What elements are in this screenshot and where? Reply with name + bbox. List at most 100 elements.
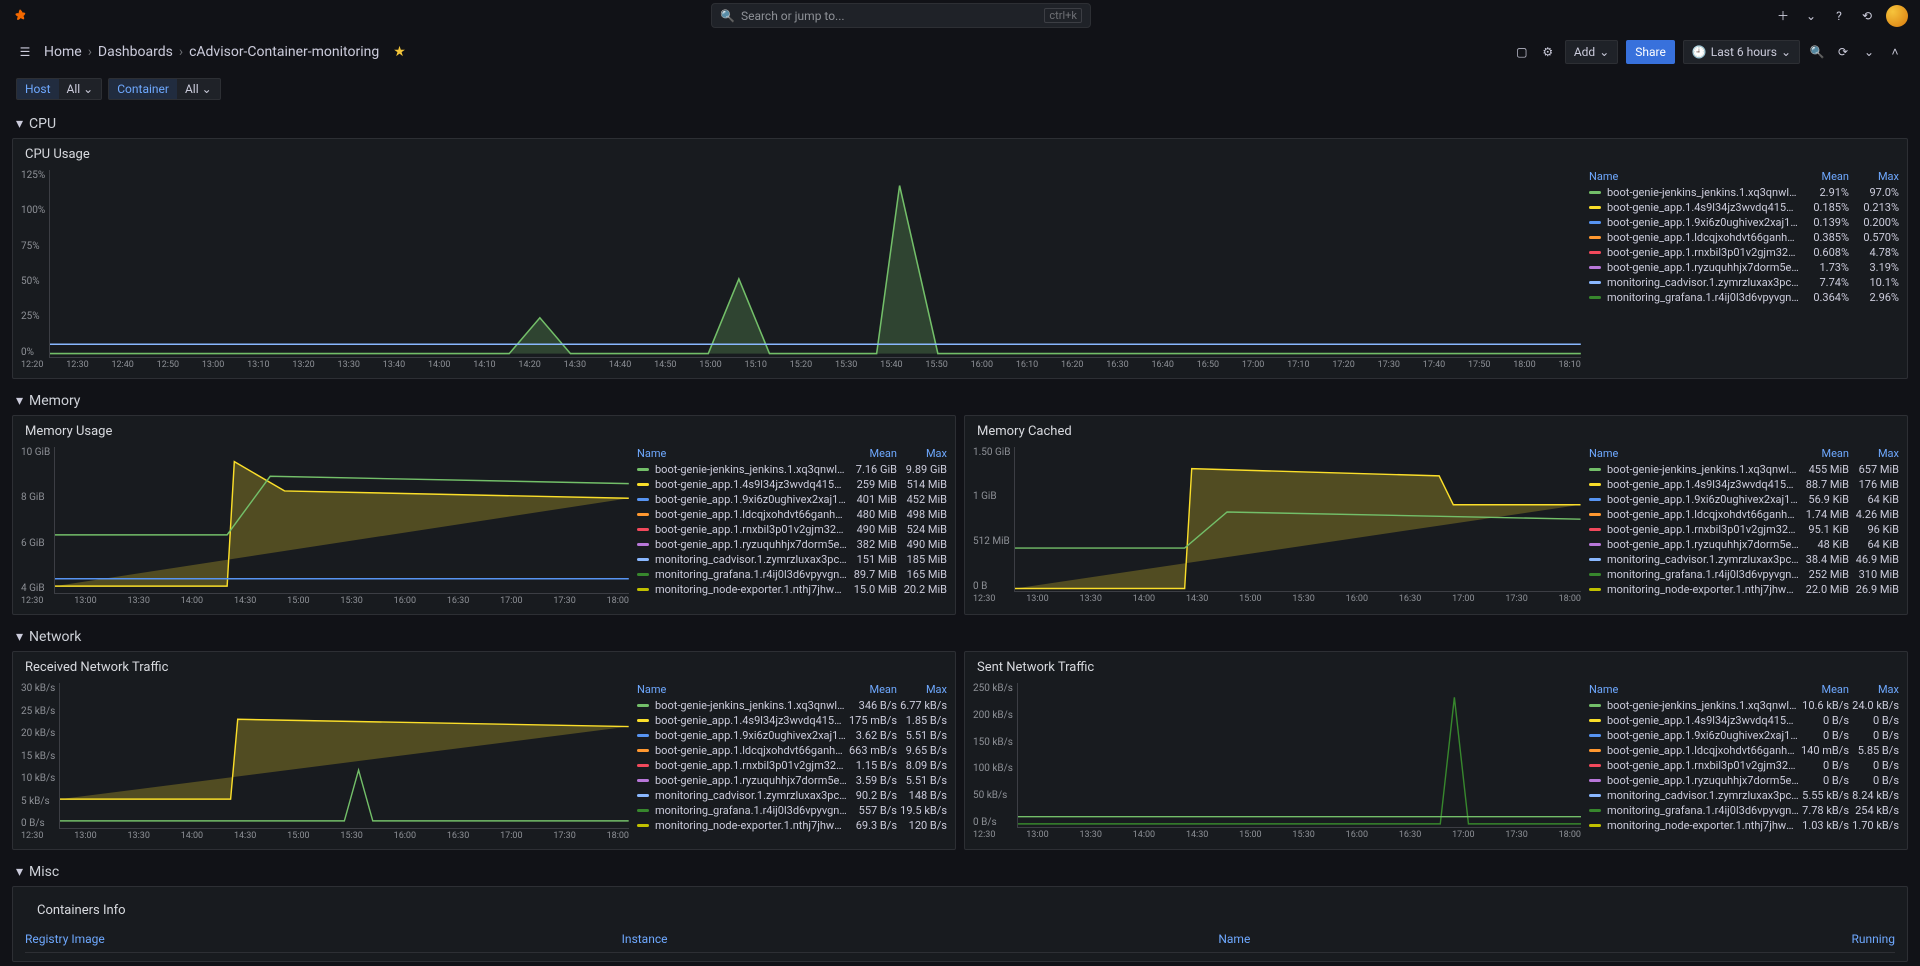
- chart-canvas[interactable]: [49, 170, 1581, 358]
- legend-item[interactable]: boot-genie_app.1.rnxbil3p01v2gjm32euocqx…: [1589, 245, 1899, 260]
- col-registry[interactable]: Registry Image: [25, 932, 622, 946]
- section-title: Misc: [29, 864, 59, 880]
- legend-item[interactable]: boot-genie_app.1.ldcqjxohdvt66ganhyym68b…: [637, 743, 947, 758]
- legend-item[interactable]: boot-genie_app.1.ldcqjxohdvt66ganhyym68b…: [637, 507, 947, 522]
- legend-item[interactable]: boot-genie_app.1.9xi6z0ughivex2xaj1hziea…: [1589, 492, 1899, 507]
- panel-title: CPU Usage: [13, 139, 1907, 170]
- legend-item[interactable]: monitoring_grafana.1.r4ij0l3d6vpyvgnflr4…: [1589, 803, 1899, 818]
- plus-icon[interactable]: ＋: [1774, 7, 1792, 25]
- legend-item[interactable]: monitoring_grafana.1.r4ij0l3d6vpyvgnflr4…: [1589, 567, 1899, 582]
- breadcrumb: Home › Dashboards › cAdvisor-Container-m…: [44, 44, 406, 60]
- search-keyhint: ctrl+k: [1044, 8, 1082, 23]
- chart-canvas[interactable]: [54, 447, 629, 594]
- legend-item[interactable]: boot-genie-jenkins_jenkins.1.xq3qnwls33q…: [1589, 698, 1899, 713]
- legend-item[interactable]: boot-genie_app.1.4s9l34jz3wvdq4156jum9c2…: [1589, 200, 1899, 215]
- legend-item[interactable]: monitoring_cadvisor.1.zymrzluxax3pccwuys…: [637, 552, 947, 567]
- filter-container-label: Container: [109, 79, 177, 99]
- dashboard-title: cAdvisor-Container-monitoring: [189, 44, 379, 60]
- add-label: Add: [1574, 45, 1595, 59]
- settings-icon[interactable]: ⚙: [1539, 43, 1557, 61]
- add-button[interactable]: Add ⌄: [1565, 40, 1618, 64]
- legend-item[interactable]: boot-genie-jenkins_jenkins.1.xq3qnwls33q…: [637, 462, 947, 477]
- section-header-misc[interactable]: Misc: [12, 858, 1908, 886]
- legend-item[interactable]: monitoring_node-exporter.1.nthj7jhw7gwfi…: [1589, 582, 1899, 597]
- col-name[interactable]: Name: [1218, 932, 1815, 946]
- x-axis: 12:3013:0013:3014:0014:3015:0015:3016:00…: [21, 829, 629, 841]
- legend-item[interactable]: boot-genie_app.1.rnxbil3p01v2gjm32euocqx…: [637, 522, 947, 537]
- legend-item[interactable]: monitoring_cadvisor.1.zymrzluxax3pccwuys…: [1589, 552, 1899, 567]
- panel-title: Memory Usage: [13, 416, 955, 447]
- refresh-icon[interactable]: ⟳: [1834, 43, 1852, 61]
- legend-item[interactable]: boot-genie_app.1.ryzuquhhjx7dorm5e9j8lyn…: [637, 773, 947, 788]
- legend-item[interactable]: boot-genie_app.1.4s9l34jz3wvdq4156jum9c2…: [637, 713, 947, 728]
- legend-item[interactable]: boot-genie_app.1.ryzuquhhjx7dorm5e9j8lyn…: [637, 537, 947, 552]
- search-input[interactable]: 🔍 Search or jump to... ctrl+k: [711, 3, 1091, 28]
- section-title: Network: [29, 629, 81, 645]
- panel-cpu-usage: CPU Usage 125%100%75%50%25%0% 12:2012:30…: [12, 138, 1908, 379]
- grafana-logo-icon[interactable]: [12, 8, 28, 24]
- section-header-cpu[interactable]: CPU: [12, 110, 1908, 138]
- x-axis: 12:3013:0013:3014:0014:3015:0015:3016:00…: [21, 594, 629, 606]
- panel-title: Received Network Traffic: [13, 652, 955, 683]
- news-icon[interactable]: ⟲: [1858, 7, 1876, 25]
- section-header-network[interactable]: Network: [12, 623, 1908, 651]
- legend-item[interactable]: boot-genie_app.1.ryzuquhhjx7dorm5e9j8lyn…: [1589, 537, 1899, 552]
- star-icon[interactable]: ★: [393, 44, 406, 60]
- col-instance[interactable]: Instance: [622, 932, 1219, 946]
- panel-containers-info: Containers Info Registry Image Instance …: [12, 886, 1908, 962]
- legend-item[interactable]: monitoring_node-exporter.1.nthj7jhw7gwfi…: [637, 818, 947, 833]
- legend-item[interactable]: boot-genie_app.1.4s9l34jz3wvdq4156jum9c2…: [1589, 477, 1899, 492]
- search-placeholder: Search or jump to...: [741, 9, 845, 23]
- zoom-out-icon[interactable]: 🔍: [1808, 43, 1826, 61]
- filter-container[interactable]: Container All ⌄: [108, 78, 220, 100]
- tv-mode-icon[interactable]: ▢: [1513, 43, 1531, 61]
- legend-item[interactable]: boot-genie-jenkins_jenkins.1.xq3qnwls33q…: [1589, 185, 1899, 200]
- chart-canvas[interactable]: [1014, 447, 1581, 592]
- breadcrumb-dashboards[interactable]: Dashboards: [98, 44, 173, 60]
- refresh-dropdown-icon[interactable]: ⌄: [1860, 43, 1878, 61]
- menu-icon[interactable]: ☰: [16, 43, 34, 61]
- filter-host-label: Host: [17, 79, 59, 99]
- legend-item[interactable]: boot-genie_app.1.rnxbil3p01v2gjm32euocqx…: [637, 758, 947, 773]
- legend-item[interactable]: boot-genie_app.1.9xi6z0ughivex2xaj1hziea…: [1589, 728, 1899, 743]
- collapse-up-icon[interactable]: ˄: [1886, 43, 1904, 61]
- legend-item[interactable]: boot-genie_app.1.ldcqjxohdvt66ganhyym68b…: [1589, 743, 1899, 758]
- chart-canvas[interactable]: [1017, 683, 1581, 828]
- legend-item[interactable]: boot-genie_app.1.9xi6z0ughivex2xaj1hziea…: [637, 728, 947, 743]
- section-header-memory[interactable]: Memory: [12, 387, 1908, 415]
- avatar[interactable]: [1886, 5, 1908, 27]
- legend-item[interactable]: monitoring_cadvisor.1.zymrzluxax3pccwuys…: [1589, 275, 1899, 290]
- time-range-label: Last 6 hours: [1711, 45, 1777, 59]
- legend-item[interactable]: boot-genie-jenkins_jenkins.1.xq3qnwls33q…: [637, 698, 947, 713]
- panel-title: Memory Cached: [965, 416, 1907, 447]
- legend-item[interactable]: boot-genie_app.1.9xi6z0ughivex2xaj1hziea…: [1589, 215, 1899, 230]
- help-icon[interactable]: ?: [1830, 7, 1848, 25]
- legend-item[interactable]: boot-genie_app.1.ldcqjxohdvt66ganhyym68b…: [1589, 507, 1899, 522]
- legend-item[interactable]: boot-genie_app.1.rnxbil3p01v2gjm32euocqx…: [1589, 522, 1899, 537]
- legend-item[interactable]: monitoring_node-exporter.1.nthj7jhw7gwfi…: [1589, 818, 1899, 833]
- legend-item[interactable]: monitoring_grafana.1.r4ij0l3d6vpyvgnflr4…: [1589, 290, 1899, 305]
- legend-item[interactable]: boot-genie_app.1.ldcqjxohdvt66ganhyym68b…: [1589, 230, 1899, 245]
- y-axis: 250 kB/s200 kB/s150 kB/s100 kB/s50 kB/s0…: [973, 683, 1017, 828]
- chart-canvas[interactable]: [59, 683, 629, 829]
- time-range-picker[interactable]: 🕘 Last 6 hours ⌄: [1683, 40, 1800, 64]
- legend-item[interactable]: boot-genie_app.1.4s9l34jz3wvdq4156jum9c2…: [1589, 713, 1899, 728]
- legend-item[interactable]: monitoring_cadvisor.1.zymrzluxax3pccwuys…: [637, 788, 947, 803]
- share-button[interactable]: Share: [1626, 40, 1675, 64]
- legend-item[interactable]: boot-genie_app.1.ryzuquhhjx7dorm5e9j8lyn…: [1589, 260, 1899, 275]
- chevron-down-icon[interactable]: ⌄: [1802, 7, 1820, 25]
- y-axis: 10 GiB8 GiB6 GiB4 GiB: [21, 447, 54, 594]
- legend: NameMeanMaxboot-genie-jenkins_jenkins.1.…: [637, 683, 947, 841]
- filter-host[interactable]: Host All ⌄: [16, 78, 102, 100]
- legend-item[interactable]: monitoring_grafana.1.r4ij0l3d6vpyvgnflr4…: [637, 567, 947, 582]
- col-running[interactable]: Running: [1815, 932, 1895, 946]
- legend-item[interactable]: monitoring_grafana.1.r4ij0l3d6vpyvgnflr4…: [637, 803, 947, 818]
- legend-item[interactable]: boot-genie-jenkins_jenkins.1.xq3qnwls33q…: [1589, 462, 1899, 477]
- legend-item[interactable]: monitoring_cadvisor.1.zymrzluxax3pccwuys…: [1589, 788, 1899, 803]
- legend-item[interactable]: boot-genie_app.1.ryzuquhhjx7dorm5e9j8lyn…: [1589, 773, 1899, 788]
- legend-item[interactable]: boot-genie_app.1.rnxbil3p01v2gjm32euocqx…: [1589, 758, 1899, 773]
- legend-item[interactable]: boot-genie_app.1.4s9l34jz3wvdq4156jum9c2…: [637, 477, 947, 492]
- legend-item[interactable]: monitoring_node-exporter.1.nthj7jhw7gwfi…: [637, 582, 947, 597]
- legend-item[interactable]: boot-genie_app.1.9xi6z0ughivex2xaj1hziea…: [637, 492, 947, 507]
- breadcrumb-home[interactable]: Home: [44, 44, 82, 60]
